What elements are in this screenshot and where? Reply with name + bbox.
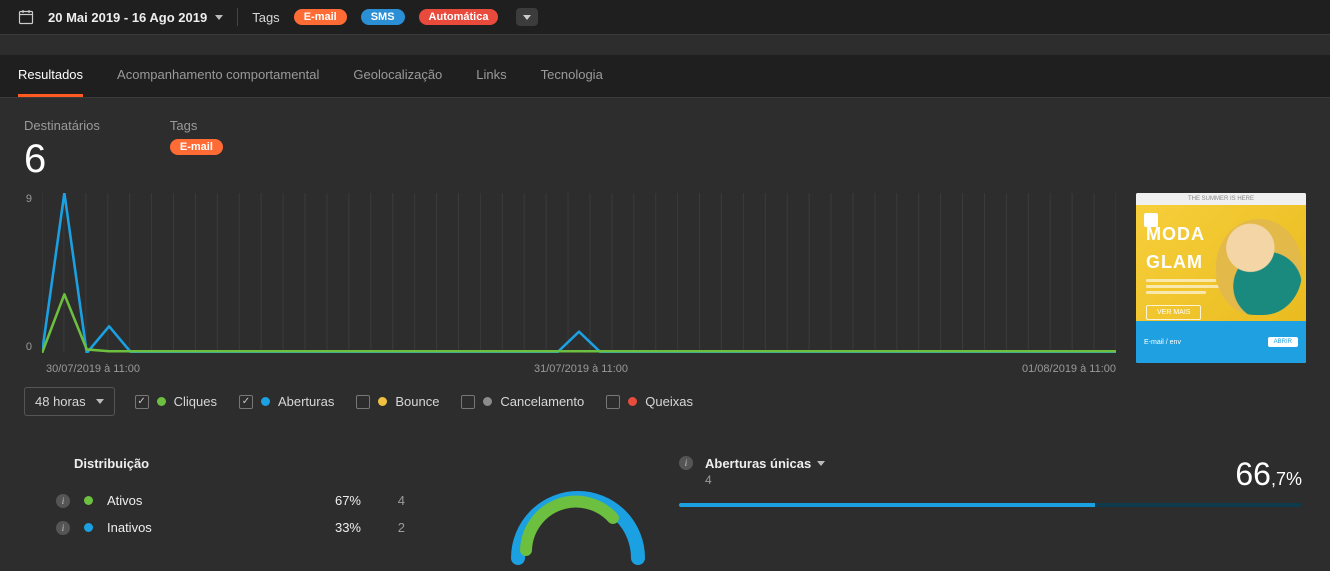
distribution-count: 4 <box>375 493 405 508</box>
distribution-count: 2 <box>375 520 405 535</box>
legend-item-cliques[interactable]: Cliques <box>135 394 217 409</box>
legend-label: Bounce <box>395 394 439 409</box>
unique-opens-title[interactable]: Aberturas únicas <box>705 456 825 471</box>
y-tick: 9 <box>26 193 32 205</box>
distribution-panel: Distribuição i Ativos 67% 4 i Inativos 33% 2 <box>28 456 651 541</box>
tag-sms[interactable]: SMS <box>361 9 405 25</box>
thumb-footer-button: ABRIR <box>1268 337 1298 347</box>
unique-opens-progress-bar <box>679 503 1302 507</box>
distribution-label: Inativos <box>107 520 287 535</box>
separator <box>237 8 238 26</box>
thumb-hero: MODA GLAM VER MAIS <box>1136 205 1306 321</box>
tag-automatica[interactable]: Automática <box>419 9 499 25</box>
info-icon[interactable]: i <box>56 521 70 535</box>
filter-bar: 20 Mai 2019 - 16 Ago 2019 Tags E-mail SM… <box>0 0 1330 35</box>
chart-y-axis: 9 0 <box>18 193 32 353</box>
legend-label: Queixas <box>645 394 693 409</box>
checkbox[interactable] <box>239 395 253 409</box>
checkbox[interactable] <box>135 395 149 409</box>
x-tick: 01/08/2019 à 11:00 <box>1022 363 1116 375</box>
legend-item-cancel[interactable]: Cancelamento <box>461 394 584 409</box>
tab-links[interactable]: Links <box>476 55 506 97</box>
campaign-preview-thumbnail[interactable]: THE SUMMER IS HERE MODA GLAM VER MAIS E-… <box>1136 193 1306 363</box>
tab-strip: Resultados Acompanhamento comportamental G… <box>0 55 1330 98</box>
recipients-label: Destinatários <box>24 118 100 133</box>
series-color-dot <box>157 397 166 406</box>
series-color-dot <box>378 397 387 406</box>
chevron-down-icon <box>215 15 223 20</box>
series-color-dot <box>84 496 93 505</box>
date-range-text: 20 Mai 2019 - 16 Ago 2019 <box>48 10 207 25</box>
tab-acompanhamento-comportamental[interactable]: Acompanhamento comportamental <box>117 55 319 97</box>
checkbox[interactable] <box>606 395 620 409</box>
series-color-dot <box>483 397 492 406</box>
unique-opens-title-text: Aberturas únicas <box>705 456 811 471</box>
tags-label: Tags <box>252 10 279 25</box>
x-tick: 31/07/2019 à 11:00 <box>534 363 628 375</box>
series-color-dot <box>261 397 270 406</box>
thumb-cta: VER MAIS <box>1146 305 1201 320</box>
info-icon[interactable]: i <box>679 456 693 470</box>
series-color-dot <box>628 397 637 406</box>
distribution-donut-chart <box>498 478 658 571</box>
tags-summary: Tags E-mail <box>170 118 223 179</box>
chart-controls: 48 horas Cliques Aberturas Bounce Cancelame… <box>24 387 1306 416</box>
tags-dropdown[interactable] <box>516 8 538 26</box>
legend-item-bounce[interactable]: Bounce <box>356 394 439 409</box>
thumb-logo-badge <box>1144 213 1158 227</box>
thumb-strapline: THE SUMMER IS HERE <box>1136 193 1306 205</box>
calendar-icon <box>18 9 34 25</box>
bottom-panels: Distribuição iAtivos67%4iInativos33%2 i … <box>28 456 1302 541</box>
recipients-value: 6 <box>24 139 100 179</box>
pct-int: 66 <box>1235 456 1271 492</box>
unique-opens-count: 4 <box>705 473 825 487</box>
checkbox[interactable] <box>356 395 370 409</box>
time-range-dropdown[interactable]: 48 horas <box>24 387 115 416</box>
chart-plot[interactable] <box>42 193 1116 353</box>
legend-label: Cliques <box>174 394 217 409</box>
thumb-footer: E-mail / env ABRIR <box>1136 321 1306 363</box>
tags-label: Tags <box>170 118 223 133</box>
legend-item-queixas[interactable]: Queixas <box>606 394 693 409</box>
y-tick: 0 <box>26 341 32 353</box>
checkbox[interactable] <box>461 395 475 409</box>
x-tick: 30/07/2019 à 11:00 <box>46 363 140 375</box>
chevron-down-icon <box>523 15 531 20</box>
legend-label: Aberturas <box>278 394 334 409</box>
recipients-summary: Destinatários 6 <box>24 118 100 179</box>
chart-x-axis: 30/07/2019 à 11:00 31/07/2019 à 11:00 01… <box>42 363 1116 375</box>
unique-opens-percentage: 66,7% <box>1235 456 1302 493</box>
tab-resultados[interactable]: Resultados <box>18 55 83 97</box>
time-range-value: 48 horas <box>35 394 86 409</box>
timeline-chart: 9 0 30/07/2019 à 11:00 31/07/2019 à 11:0… <box>24 193 1306 353</box>
distribution-pct: 67% <box>301 493 361 508</box>
chevron-down-icon <box>817 461 825 466</box>
legend-item-aberturas[interactable]: Aberturas <box>239 394 334 409</box>
pct-dec: ,7% <box>1271 469 1302 489</box>
legend-label: Cancelamento <box>500 394 584 409</box>
tab-tecnologia[interactable]: Tecnologia <box>541 55 603 97</box>
distribution-pct: 33% <box>301 520 361 535</box>
thumb-footer-text: E-mail / env <box>1144 339 1181 346</box>
series-color-dot <box>84 523 93 532</box>
summary-tag-email[interactable]: E-mail <box>170 139 223 155</box>
thumb-model-image <box>1216 219 1302 315</box>
tab-geolocalização[interactable]: Geolocalização <box>353 55 442 97</box>
unique-opens-panel: i Aberturas únicas 4 66,7% <box>679 456 1302 541</box>
tag-email[interactable]: E-mail <box>294 9 347 25</box>
summary-row: Destinatários 6 Tags E-mail <box>0 98 1330 189</box>
chart-legend: Cliques Aberturas Bounce Cancelamento Queixa… <box>135 394 693 409</box>
distribution-label: Ativos <box>107 493 287 508</box>
info-icon[interactable]: i <box>56 494 70 508</box>
chevron-down-icon <box>96 399 104 404</box>
distribution-title: Distribuição <box>28 456 651 471</box>
date-range-picker[interactable]: 20 Mai 2019 - 16 Ago 2019 <box>48 10 223 25</box>
